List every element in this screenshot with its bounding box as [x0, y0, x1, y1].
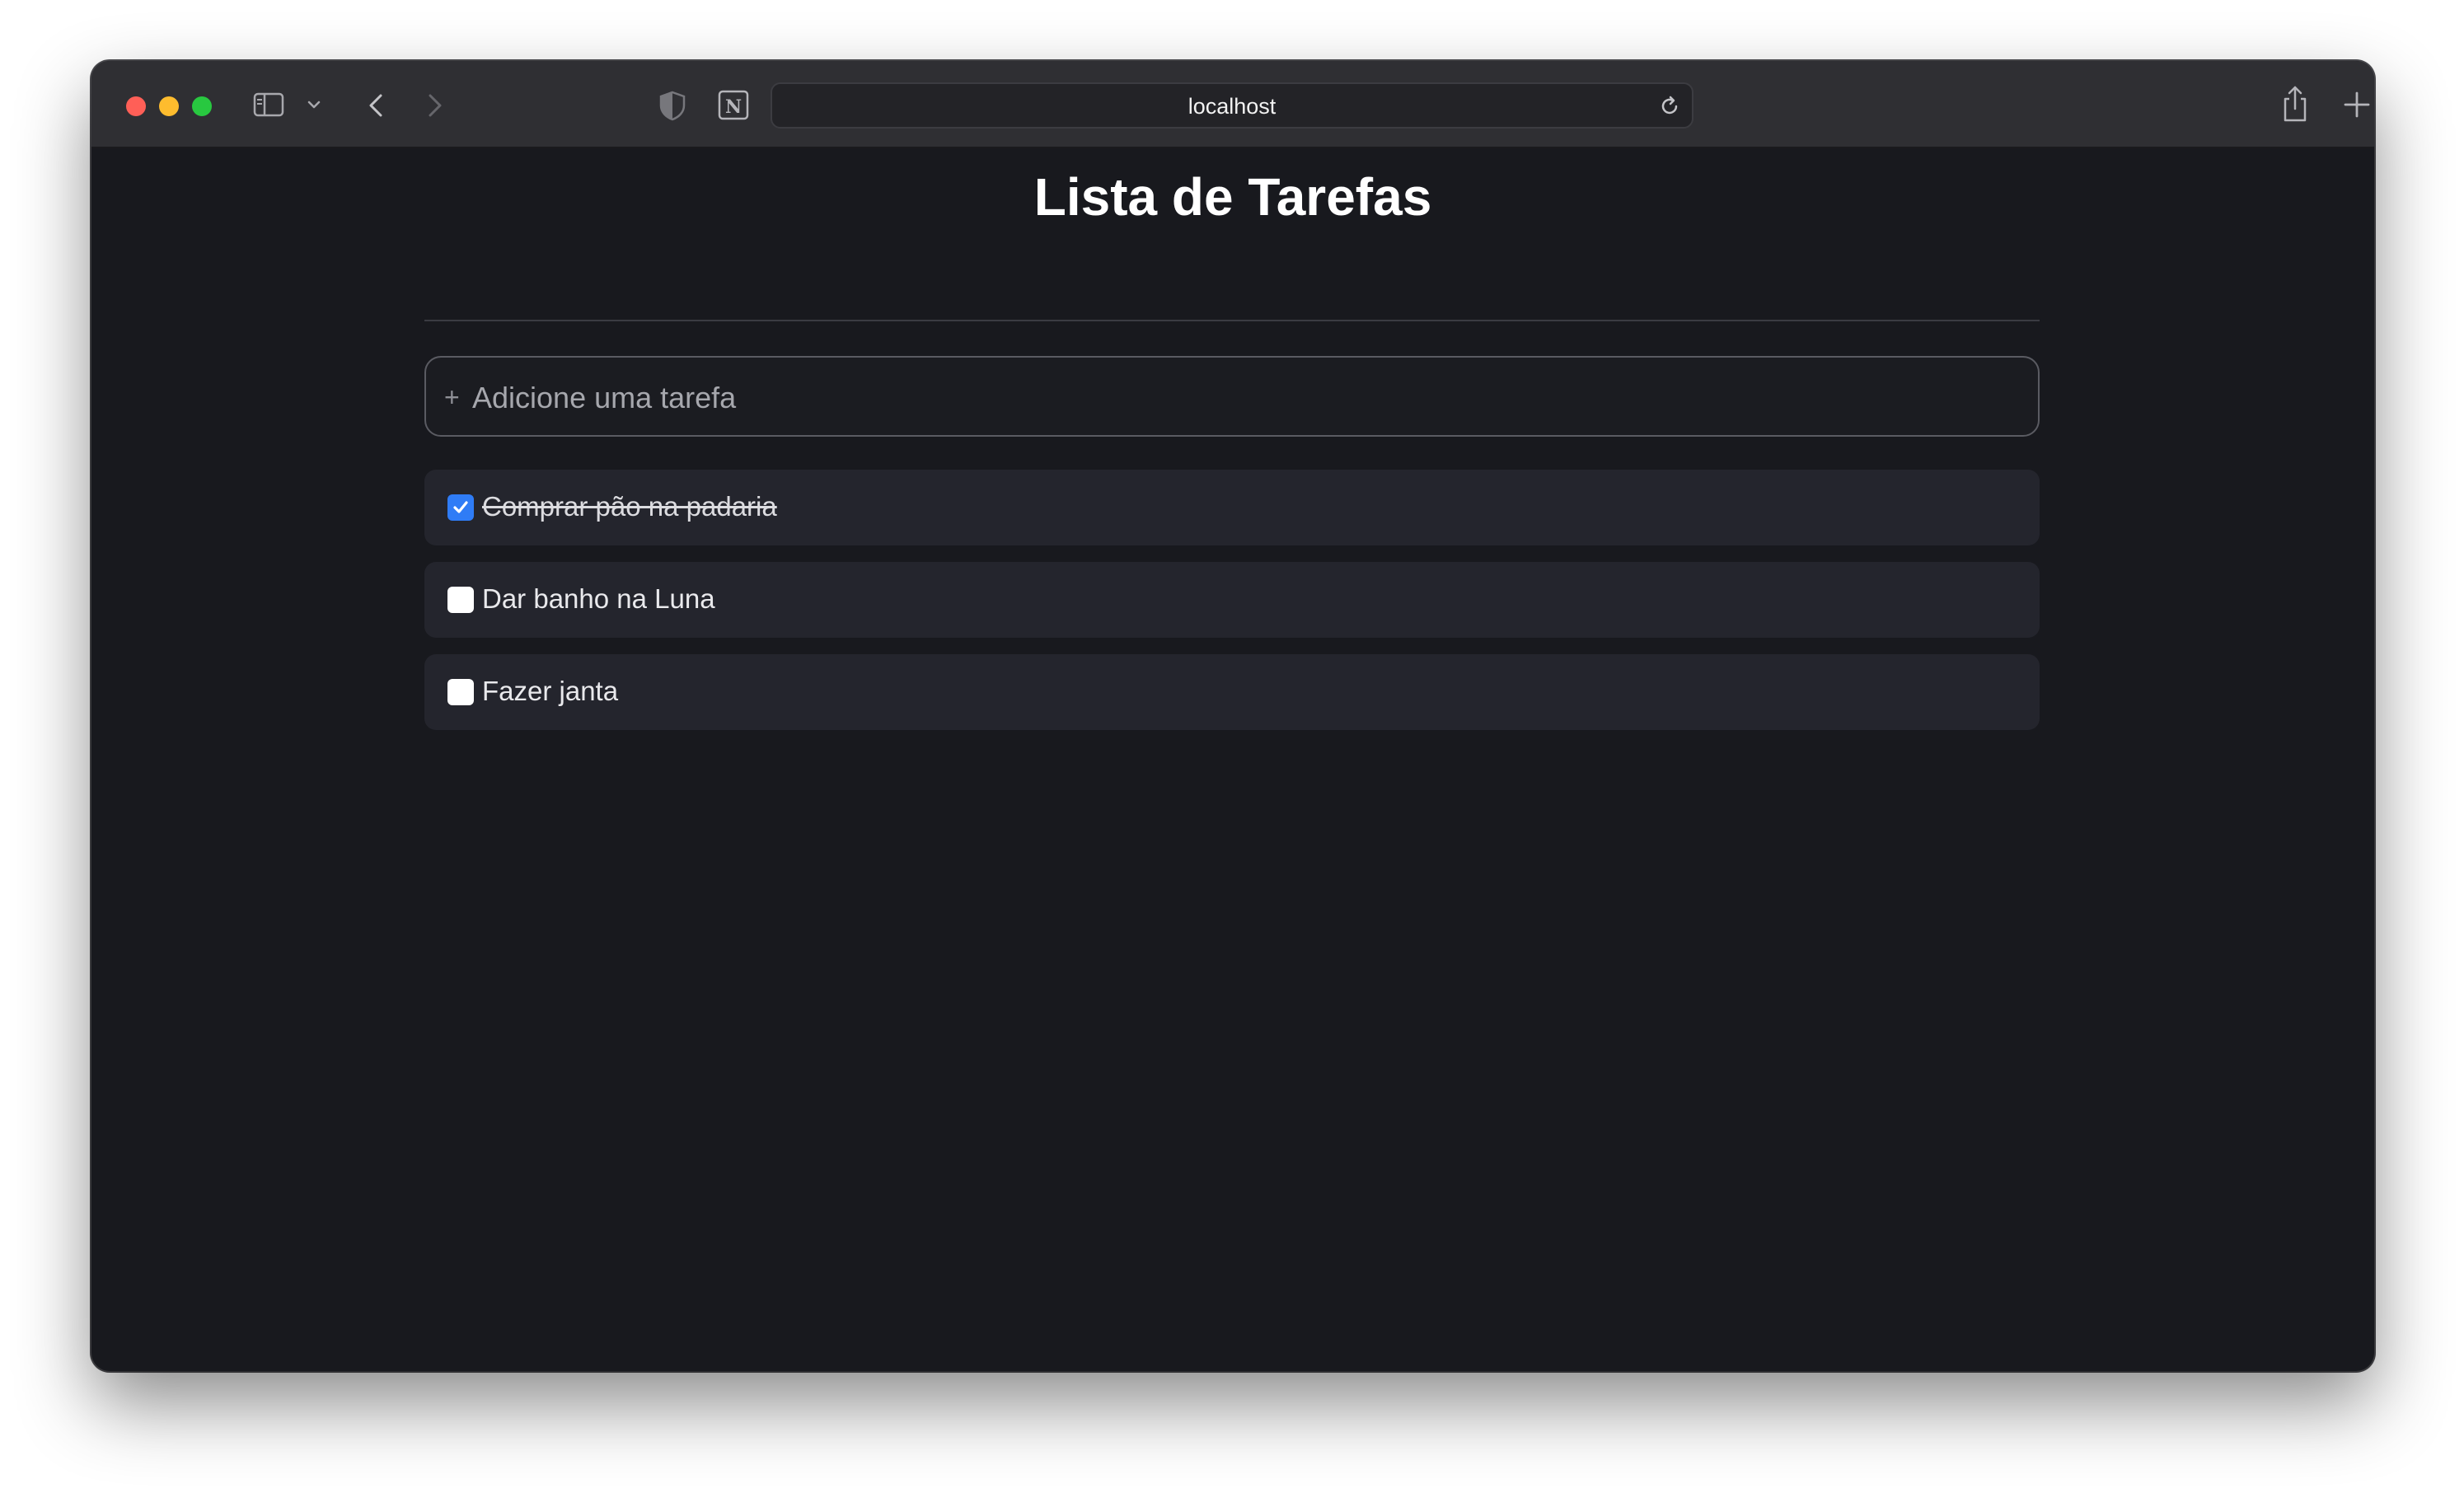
- add-task-input[interactable]: + Adicione uma tarefa: [424, 356, 2040, 437]
- notion-icon[interactable]: N: [716, 87, 751, 122]
- url-text: localhost: [1187, 94, 1277, 119]
- share-icon[interactable]: [2279, 84, 2312, 124]
- task-item[interactable]: Comprar pão na padaria: [424, 470, 2040, 545]
- task-label: Comprar pão na padaria: [482, 491, 777, 522]
- forward-icon[interactable]: [418, 89, 451, 122]
- task-label: Dar banho na Luna: [482, 583, 715, 614]
- browser-toolbar: N localhost: [91, 61, 2374, 148]
- task-item[interactable]: Fazer janta: [424, 654, 2040, 730]
- add-task-placeholder: Adicione uma tarefa: [472, 381, 737, 414]
- address-bar[interactable]: localhost: [771, 82, 1693, 129]
- page-title: Lista de Tarefas: [1033, 167, 1432, 227]
- page-content: Lista de Tarefas + Adicione uma tarefa C…: [91, 148, 2374, 1371]
- task-checkbox[interactable]: [447, 679, 474, 705]
- task-item[interactable]: Dar banho na Luna: [424, 562, 2040, 638]
- task-label: Fazer janta: [482, 676, 619, 706]
- add-icon: +: [444, 382, 460, 412]
- browser-window: N localhost Lista de Tarefas + Adicione …: [91, 61, 2374, 1371]
- shield-icon[interactable]: [657, 89, 688, 122]
- svg-text:N: N: [725, 96, 742, 118]
- maximize-window-button[interactable]: [192, 96, 212, 116]
- title-divider: [424, 320, 2040, 321]
- sidebar-icon[interactable]: [253, 92, 284, 117]
- task-checkbox[interactable]: [447, 494, 474, 521]
- chevron-down-icon[interactable]: [306, 97, 322, 112]
- task-checkbox[interactable]: [447, 587, 474, 613]
- new-tab-icon[interactable]: [2341, 89, 2373, 120]
- close-window-button[interactable]: [126, 96, 146, 116]
- checkmark-icon: [453, 501, 468, 513]
- reload-icon[interactable]: [1657, 94, 1682, 119]
- minimize-window-button[interactable]: [159, 96, 179, 116]
- back-icon[interactable]: [360, 89, 393, 122]
